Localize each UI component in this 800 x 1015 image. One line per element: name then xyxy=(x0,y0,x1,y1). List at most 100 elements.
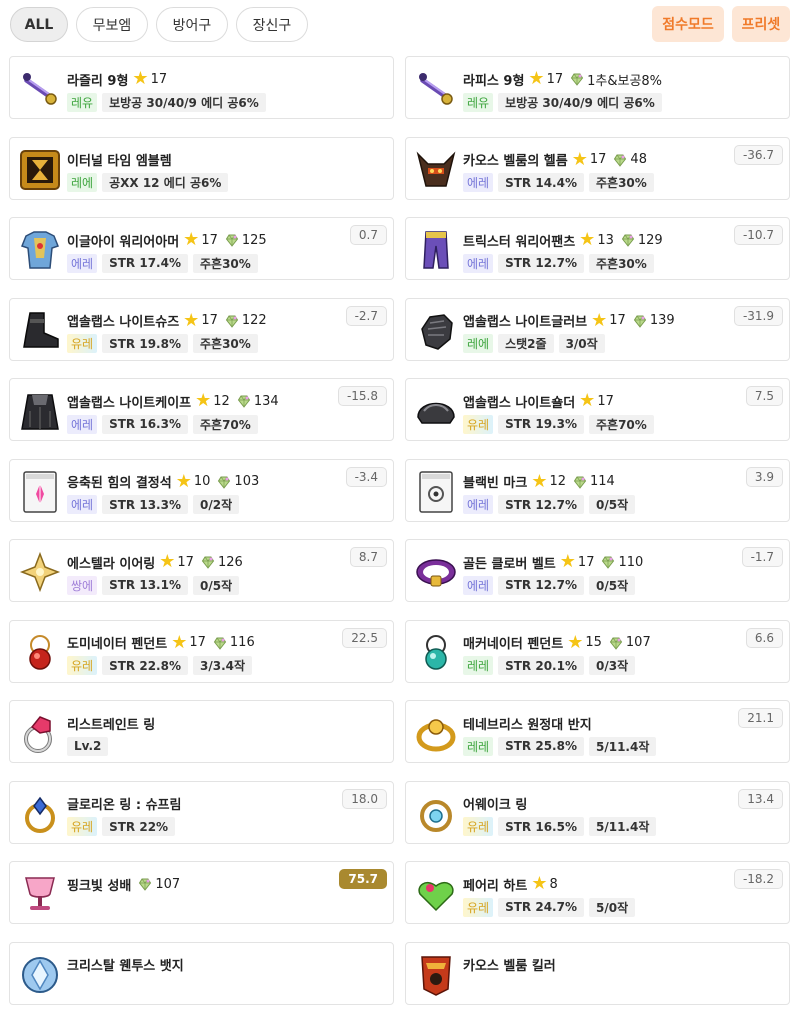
armor-icon xyxy=(18,228,62,272)
potential-grade-badge: 유레 xyxy=(463,414,494,434)
item-name-line: 페어리 하트 ★ 8 xyxy=(463,873,558,895)
stat-chip: 공XX 12 에디 공6% xyxy=(102,173,229,192)
item-tag-line: 레유 보방공 30/40/9 에디 공6% xyxy=(463,92,662,112)
star-count: 15 xyxy=(585,635,602,650)
item-name: 리스트레인트 링 xyxy=(67,717,156,733)
star-icon: ★ xyxy=(528,68,545,89)
item-card[interactable]: 이글아이 워리어아머 ★ 17 125 에레 STR 17.4% 주흔30% 0.7 xyxy=(9,217,394,280)
stat-chip: STR 17.4% xyxy=(102,253,188,273)
item-card[interactable]: 크리스탈 웬투스 뱃지 xyxy=(9,941,394,1005)
item-tag-line: 유레 STR 22% xyxy=(67,817,176,837)
potential-grade-badge: 쌍에 xyxy=(67,575,98,595)
item-card[interactable]: 글로리온 링 : 슈프림 유레 STR 22% 18.0 xyxy=(9,780,394,844)
flame-value: 139 xyxy=(649,313,675,328)
score-badge: 22.5 xyxy=(342,627,387,648)
tab-all[interactable]: ALL xyxy=(10,7,68,42)
item-card[interactable]: 블랙빈 마크 ★ 12 114 에레 STR 12.7% 0/5작 3.9 xyxy=(405,458,790,522)
potential-grade-badge: 유레 xyxy=(67,656,98,675)
lapis-staff-icon xyxy=(18,67,62,111)
item-tag-line: Lv.2 xyxy=(67,736,109,756)
flame-gem-icon xyxy=(601,555,615,569)
item-name-line: 라즐리 9형 ★ 17 xyxy=(67,68,167,90)
item-card[interactable]: 앱솔랩스 나이트슈즈 ★ 17 122 유레 STR 19.8% 주흔30% -2.7 xyxy=(9,297,394,361)
item-card[interactable]: 라즐리 9형 ★ 17 레유 보방공 30/40/9 에디 공6% xyxy=(9,56,394,119)
item-name-line: 핑크빛 성배 107 xyxy=(67,873,180,895)
item-card[interactable]: 매커네이터 펜던트 ★ 15 107 레레 STR 20.1% 0/3작 6.6 xyxy=(405,619,790,683)
star-count: 12 xyxy=(549,474,567,489)
item-name-line: 이글아이 워리어아머 ★ 17 125 xyxy=(67,229,267,251)
stat-chip: 주흔30% xyxy=(192,334,258,353)
item-card[interactable]: 앱솔랩스 나이트글러브 ★ 17 139 레에 스탯2줄 3/0작 -31.9 xyxy=(405,297,790,361)
flame-value: 1추&보공8% xyxy=(587,73,663,89)
item-card[interactable]: 골든 클로버 벨트 ★ 17 110 에레 STR 12.7% 0/5작 -1.7 xyxy=(405,539,790,602)
score-badge: 3.9 xyxy=(745,466,783,487)
score-badge: -36.7 xyxy=(733,144,783,165)
star-icon: ★ xyxy=(195,390,212,411)
item-name: 골든 클로버 벨트 xyxy=(463,556,556,572)
chaos-killer-icon xyxy=(414,953,458,997)
stat-chip: STR 13.3% xyxy=(102,495,188,514)
item-tag-line: 레에 스탯2줄 3/0작 xyxy=(463,334,605,354)
item-tag-line: 에레 STR 16.3% 주흔70% xyxy=(67,414,258,434)
item-name-line: 글로리온 링 : 슈프림 xyxy=(67,793,181,815)
item-card[interactable]: 앱솔랩스 나이트케이프 ★ 12 134 에레 STR 16.3% 주흔70% -15.8 xyxy=(9,378,394,441)
potential-grade-badge: 에레 xyxy=(67,495,98,514)
item-card[interactable]: 앱솔랩스 나이트숄더 ★ 17 유레 STR 19.3% 주흔70% 7.5 xyxy=(405,378,790,441)
top-bar: ALL 무보엠 방어구 장신구 점수모드 프리셋 xyxy=(0,0,800,50)
item-name-line: 앱솔랩스 나이트슈즈 ★ 17 122 xyxy=(67,310,267,332)
item-card[interactable]: 카오스 벨룸 킬러 xyxy=(405,941,790,1005)
score-badge: 18.0 xyxy=(342,788,387,809)
earring-icon xyxy=(18,550,62,594)
item-card[interactable]: 도미네이터 펜던트 ★ 17 116 유레 STR 22.8% 3/3.4작 22.5 xyxy=(9,619,394,683)
flame-gem-icon xyxy=(621,233,635,247)
shoes-icon xyxy=(18,309,62,353)
stat-chip: STR 19.8% xyxy=(102,334,188,353)
flame-gem-icon xyxy=(217,475,231,489)
item-card[interactable]: 핑크빛 성배 107 75.7 xyxy=(9,861,394,924)
pants-icon xyxy=(414,228,458,272)
item-name: 트릭스터 워리어팬츠 xyxy=(463,234,576,250)
item-name-line: 테네브리스 원정대 반지 xyxy=(463,712,592,734)
item-card[interactable]: 트릭스터 워리어팬츠 ★ 13 129 에레 STR 12.7% 주흔30% -10.7 xyxy=(405,217,790,280)
item-card[interactable]: 라피스 9형 ★ 17 1추&보공8% 레유 보방공 30/40/9 에디 공6% xyxy=(405,56,790,119)
item-name: 페어리 하트 xyxy=(463,878,528,894)
star-icon: ★ xyxy=(175,470,192,492)
item-name-line: 앱솔랩스 나이트케이프 ★ 12 134 xyxy=(67,390,279,412)
item-card[interactable]: 페어리 하트 ★ 8 유레 STR 24.7% 5/0작 -18.2 xyxy=(405,861,790,924)
potential-grade-badge: 레레 xyxy=(463,736,494,756)
score-badge: 6.6 xyxy=(745,627,783,648)
star-icon: ★ xyxy=(571,148,588,170)
item-card[interactable]: 테네브리스 원정대 반지 레레 STR 25.8% 5/11.4작 21.1 xyxy=(405,700,790,763)
flame-value: 107 xyxy=(155,876,181,892)
item-name-line: 앱솔랩스 나이트숄더 ★ 17 xyxy=(463,390,614,412)
tab-weapon-emblem[interactable]: 무보엠 xyxy=(76,7,148,42)
stat-chip: 0/5작 xyxy=(588,575,636,595)
score-badge: 21.1 xyxy=(738,708,783,728)
item-name: 이터널 타임 엠블렘 xyxy=(67,154,172,169)
tab-accessory[interactable]: 장신구 xyxy=(236,7,308,42)
star-count: 8 xyxy=(549,876,558,892)
stat-chip: 보방공 30/40/9 에디 공6% xyxy=(102,92,266,112)
potential-grade-badge: 유레 xyxy=(463,817,494,836)
score-mode-button[interactable]: 점수모드 xyxy=(652,6,724,42)
item-card[interactable]: 응축된 힘의 결정석 ★ 10 103 에레 STR 13.3% 0/2작 -3.4 xyxy=(9,458,394,522)
star-icon: ★ xyxy=(579,390,596,411)
pink-goblet-icon xyxy=(18,872,62,916)
stat-chip: STR 16.5% xyxy=(498,817,584,836)
item-name: 앱솔랩스 나이트케이프 xyxy=(67,395,192,411)
stat-chip: STR 22.8% xyxy=(102,656,188,675)
item-name-line: 리스트레인트 링 xyxy=(67,712,155,734)
item-card[interactable]: 어웨이크 링 유레 STR 16.5% 5/11.4작 13.4 xyxy=(405,780,790,844)
score-badge: -1.7 xyxy=(741,547,783,567)
item-card[interactable]: 리스트레인트 링 Lv.2 xyxy=(9,700,394,763)
item-card[interactable]: 카오스 벨룸의 헬름 ★ 17 48 에레 STR 14.4% 주흔30% -36.7 xyxy=(405,136,790,200)
item-name-line: 골든 클로버 벨트 ★ 17 110 xyxy=(463,551,643,573)
item-tag-line: 레유 보방공 30/40/9 에디 공6% xyxy=(67,92,266,112)
score-badge: 7.5 xyxy=(745,386,783,406)
preset-button[interactable]: 프리셋 xyxy=(732,6,790,42)
item-card[interactable]: 이터널 타임 엠블렘 레에 공XX 12 에디 공6% xyxy=(9,136,394,200)
item-name-line: 응축된 힘의 결정석 ★ 10 103 xyxy=(67,471,259,493)
tab-armor[interactable]: 방어구 xyxy=(156,7,228,42)
item-card[interactable]: 에스텔라 이어링 ★ 17 126 쌍에 STR 13.1% 0/5작 8.7 xyxy=(9,539,394,602)
star-count: 17 xyxy=(201,232,218,248)
